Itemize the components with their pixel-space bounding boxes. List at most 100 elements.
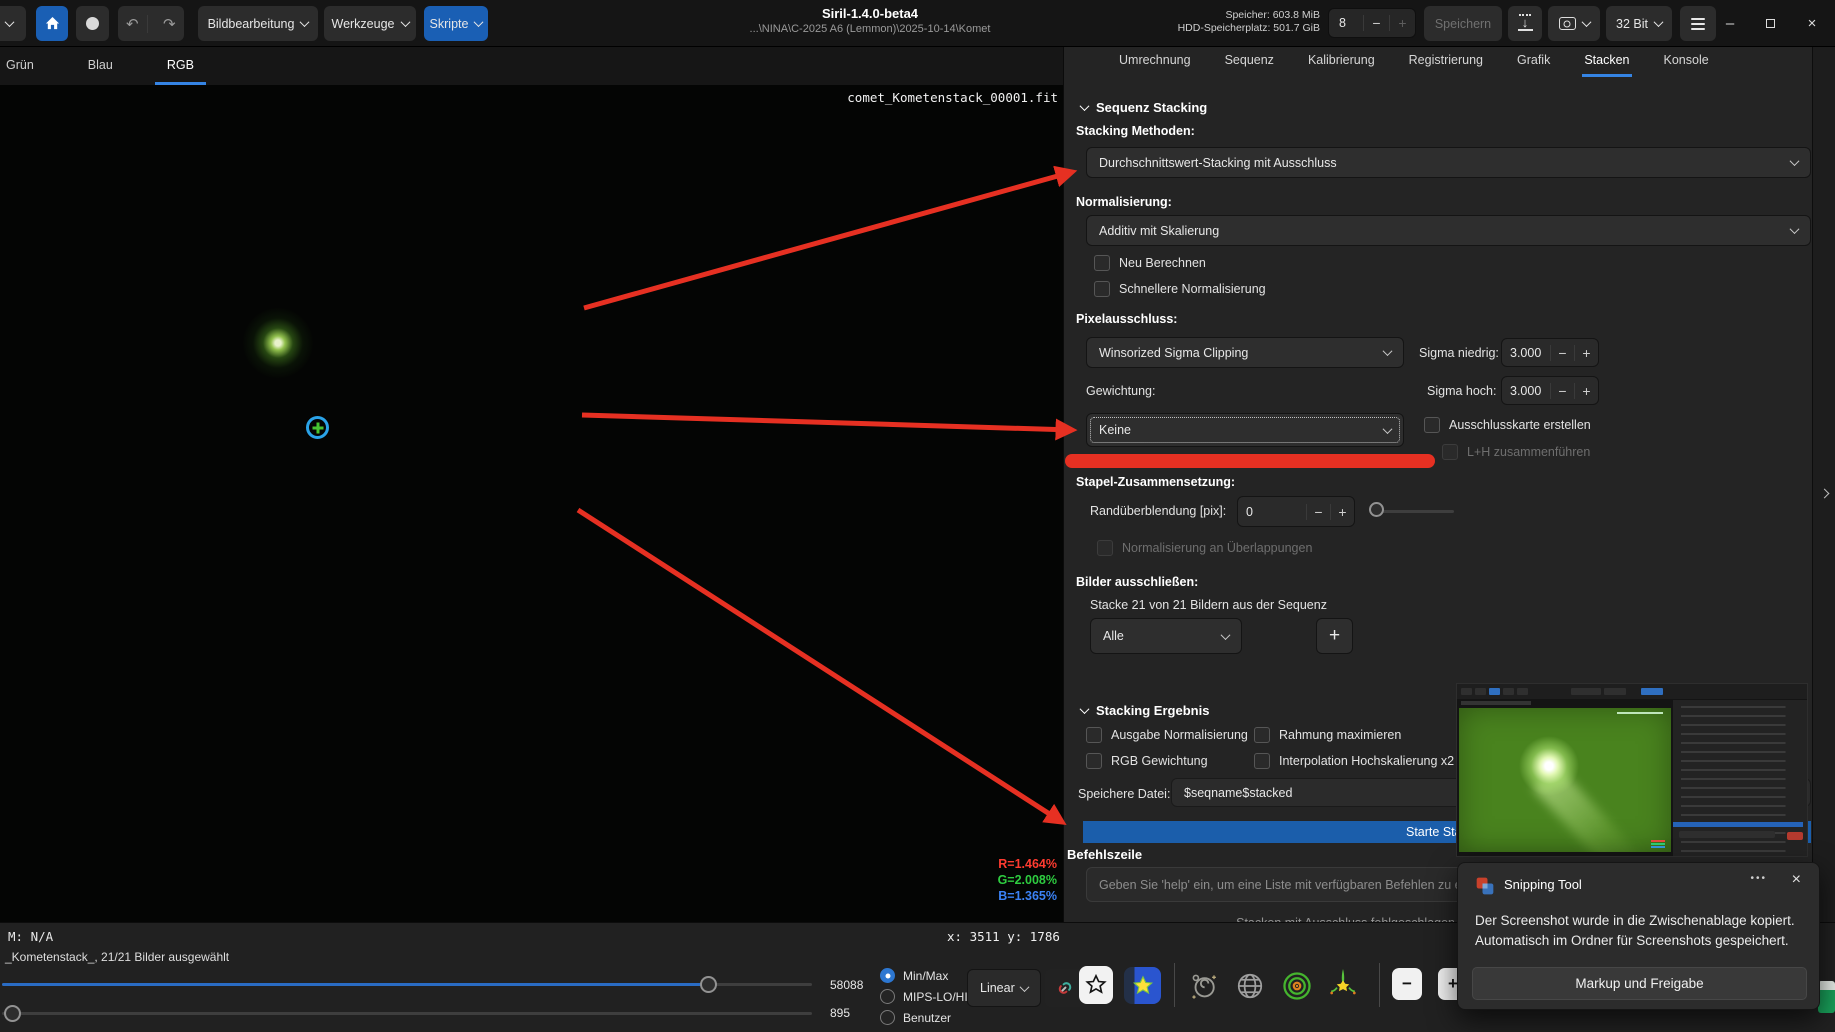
- chevron-down-icon: [1221, 630, 1231, 640]
- save-as-button[interactable]: ↓: [1508, 6, 1542, 41]
- add-filter-button[interactable]: +: [1316, 618, 1353, 654]
- rgb-weighting-checkbox[interactable]: RGB Gewichtung: [1086, 753, 1208, 769]
- tab-registration[interactable]: Registrierung: [1407, 53, 1485, 77]
- snipping-tool-icon: [1475, 876, 1495, 896]
- notification-close-button[interactable]: ×: [1792, 871, 1801, 889]
- record-icon: [86, 17, 99, 30]
- feather-spinner[interactable]: 0 − +: [1237, 496, 1355, 527]
- photometry-button[interactable]: [1279, 968, 1315, 1004]
- overlap-normalization-checkbox[interactable]: Normalisierung an Überlappungen: [1097, 540, 1312, 556]
- sigma-low-minus-button[interactable]: −: [1550, 345, 1574, 361]
- chevron-down-icon: [1790, 156, 1800, 166]
- screenshot-preview[interactable]: [1456, 683, 1808, 857]
- window-maximize-button[interactable]: [1753, 0, 1787, 47]
- star-detection-button[interactable]: [1079, 966, 1113, 1004]
- display-mode-select[interactable]: Linear: [967, 969, 1041, 1007]
- menu-image-processing[interactable]: Bildbearbeitung: [198, 6, 318, 41]
- globe-icon: [1235, 971, 1265, 1001]
- radio-minmax[interactable]: Min/Max: [880, 968, 948, 983]
- tab-sequence[interactable]: Sequenz: [1223, 53, 1276, 77]
- merge-lh-checkbox[interactable]: L+H zusammenführen: [1442, 444, 1590, 460]
- level-low-slider[interactable]: [2, 1012, 812, 1015]
- stack-count-info: Stacke 21 von 21 Bildern aus der Sequenz: [1090, 598, 1327, 612]
- sigma-high-spinner[interactable]: 3.000 − +: [1501, 376, 1599, 405]
- faster-normalization-checkbox[interactable]: Schnellere Normalisierung: [1094, 281, 1266, 297]
- weighting-select[interactable]: Keine: [1086, 413, 1404, 447]
- tab-console[interactable]: Konsole: [1662, 53, 1711, 77]
- astrometry-button[interactable]: [1187, 969, 1221, 1003]
- feather-plus-button[interactable]: +: [1330, 504, 1354, 520]
- undo-button[interactable]: ↶: [118, 15, 148, 33]
- galaxy-icon: [1189, 971, 1219, 1001]
- hamburger-menu-button[interactable]: [1680, 6, 1716, 41]
- comet-star-icon: [1327, 967, 1359, 1003]
- tab-green[interactable]: Grün: [0, 58, 46, 85]
- home-button[interactable]: [36, 6, 68, 41]
- comet-object: [243, 308, 313, 378]
- feather-minus-button[interactable]: −: [1306, 504, 1330, 520]
- record-button[interactable]: [76, 6, 109, 41]
- zoom-out-button[interactable]: −: [1392, 968, 1422, 1000]
- snapshot-button[interactable]: [1548, 6, 1600, 41]
- image-canvas[interactable]: comet_Kometenstack_00001.fit R=1.464% G=…: [0, 85, 1063, 922]
- star-analysis-button[interactable]: [1124, 967, 1161, 1004]
- normalization-select[interactable]: Additiv mit Skalierung: [1086, 215, 1811, 246]
- stacking-result-expander[interactable]: Stacking Ergebnis: [1081, 703, 1209, 718]
- max-framing-checkbox[interactable]: Rahmung maximieren: [1254, 727, 1401, 743]
- output-normalization-checkbox[interactable]: Ausgabe Normalisierung: [1086, 727, 1248, 743]
- sigma-low-plus-button[interactable]: +: [1574, 345, 1598, 361]
- camera-icon: [1559, 17, 1576, 30]
- chevron-down-icon: [1080, 704, 1090, 714]
- menu-tools[interactable]: Werkzeuge: [324, 6, 416, 41]
- bit-depth-select[interactable]: 32 Bit: [1606, 6, 1672, 41]
- rejection-select[interactable]: Winsorized Sigma Clipping: [1086, 337, 1404, 368]
- sigma-high-minus-button[interactable]: −: [1550, 383, 1574, 399]
- star-icon: [1132, 975, 1154, 997]
- panel-edge-strip[interactable]: [1812, 47, 1835, 940]
- level-low-handle[interactable]: [4, 1005, 21, 1022]
- threads-minus-button[interactable]: −: [1363, 15, 1389, 31]
- tab-rgb[interactable]: RGB: [155, 58, 206, 85]
- notification-more-button[interactable]: •••: [1750, 873, 1767, 884]
- feather-label: Randüberblendung [pix]:: [1090, 504, 1226, 518]
- recompute-checkbox[interactable]: Neu Berechnen: [1094, 255, 1206, 271]
- save-button[interactable]: Speichern: [1424, 6, 1502, 41]
- sequence-stacking-expander[interactable]: Sequenz Stacking: [1081, 100, 1207, 115]
- hamburger-icon: [1691, 18, 1705, 30]
- rejection-map-checkbox[interactable]: Ausschlusskarte erstellen: [1424, 417, 1591, 433]
- tab-blue[interactable]: Blau: [76, 58, 125, 85]
- image-filter-select[interactable]: Alle: [1090, 618, 1242, 654]
- menu-scripts[interactable]: Skripte: [424, 6, 488, 41]
- notification-app-name: Snipping Tool: [1504, 877, 1582, 892]
- radio-user[interactable]: Benutzer: [880, 1010, 951, 1025]
- platesolve-button[interactable]: [1233, 969, 1267, 1003]
- panel-collapse-button[interactable]: [0, 6, 26, 41]
- sigma-low-spinner[interactable]: 3.000 − +: [1501, 338, 1599, 367]
- notification-body: Der Screenshot wurde in die Zwischenabla…: [1475, 911, 1795, 951]
- markup-share-button[interactable]: Markup und Freigabe: [1472, 967, 1807, 1000]
- level-high-handle[interactable]: [700, 976, 717, 993]
- undo-redo-group: ↶ ↷: [118, 6, 184, 41]
- tab-conversion[interactable]: Umrechnung: [1117, 53, 1193, 77]
- radio-mips[interactable]: MIPS-LO/HI: [880, 989, 968, 1004]
- chevron-down-icon: [1383, 346, 1393, 356]
- stacking-method-select[interactable]: Durchschnittswert-Stacking mit Ausschlus…: [1086, 147, 1811, 178]
- window-minimize-button[interactable]: –: [1713, 0, 1747, 47]
- status-line-1: M: N/A: [8, 929, 53, 944]
- threads-spinner[interactable]: 8 − +: [1328, 8, 1416, 38]
- sigma-high-plus-button[interactable]: +: [1574, 383, 1598, 399]
- taskbar-icon-fragment: [1818, 981, 1835, 1013]
- tab-calibration[interactable]: Kalibrierung: [1306, 53, 1377, 77]
- save-file-label: Speichere Datei:: [1078, 787, 1170, 801]
- exclude-images-label: Bilder ausschließen:: [1076, 575, 1198, 589]
- upscale-checkbox[interactable]: Interpolation Hochskalierung x2: [1254, 753, 1454, 769]
- window-close-button[interactable]: ×: [1795, 0, 1829, 47]
- feather-slider-handle[interactable]: [1369, 502, 1384, 517]
- tab-stacking[interactable]: Stacken: [1582, 53, 1631, 77]
- threads-plus-button[interactable]: +: [1389, 15, 1415, 31]
- tab-plot[interactable]: Grafik: [1515, 53, 1552, 77]
- comet-tool-button[interactable]: [1326, 966, 1360, 1004]
- redo-button[interactable]: ↷: [155, 15, 184, 33]
- chevron-down-icon: [1020, 982, 1030, 992]
- preview-toolbar-strip: [1457, 684, 1807, 699]
